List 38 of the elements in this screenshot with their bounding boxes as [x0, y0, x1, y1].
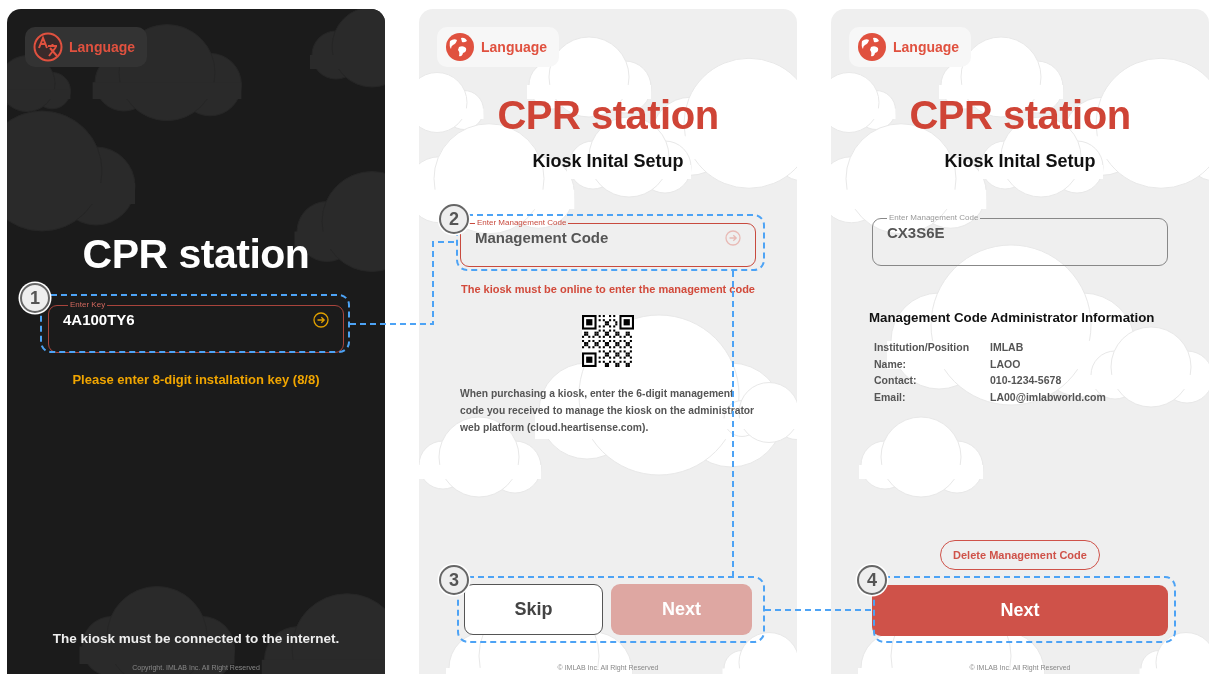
language-button[interactable]: Language: [25, 27, 148, 67]
info-label: Institution/Position: [874, 340, 971, 355]
info-value: 010-1234-5678: [990, 373, 1062, 389]
info-value: LA00@imlabworld.com: [990, 390, 1106, 406]
field-frame[interactable]: Enter Management Code Management Code: [460, 219, 756, 267]
globe-icon: [857, 32, 887, 62]
translate-icon: [33, 32, 63, 62]
app-title: CPR station: [496, 92, 720, 139]
info-heading: Management Code Administrator Information: [869, 309, 1156, 327]
language-button[interactable]: Language: [437, 27, 560, 67]
info-label: Name:: [874, 356, 908, 372]
hint-text: Please enter 8-digit installation key (8/8): [71, 371, 321, 389]
field-frame[interactable]: Enter Key 4A100TY6: [48, 301, 344, 353]
setup-subtitle: Kiosk Inital Setup: [943, 150, 1097, 173]
field-label: Enter Management Code: [476, 219, 568, 227]
info-label: Email:: [874, 390, 907, 406]
arrow-circle-icon[interactable]: [313, 312, 329, 329]
info-value: LAOO: [990, 356, 1021, 372]
info-value: IMLAB: [990, 340, 1024, 355]
notice-text: The kiosk must be connected to the internet.: [51, 630, 341, 648]
next-button[interactable]: Next: [872, 585, 1168, 636]
field-label: Enter Management Code: [888, 214, 980, 222]
app-title: CPR station: [81, 230, 311, 278]
setup-subtitle: Kiosk Inital Setup: [531, 150, 685, 173]
step-number: 1: [20, 283, 50, 313]
language-button[interactable]: Language: [849, 27, 972, 67]
warning-text: The kiosk must be online to enter the management code: [460, 282, 756, 297]
info-label: Contact:: [874, 373, 918, 389]
step-number: 2: [439, 204, 469, 234]
management-code-field[interactable]: CX3S6E: [887, 222, 1153, 245]
step-number: 3: [439, 565, 469, 595]
app-title: CPR station: [908, 92, 1132, 139]
globe-icon: [445, 32, 475, 62]
management-code-field[interactable]: Management Code: [475, 227, 725, 250]
field-label: Enter Key: [69, 301, 107, 309]
field-frame[interactable]: Enter Management Code CX3S6E: [872, 214, 1168, 266]
step-number: 4: [857, 565, 887, 595]
key-field[interactable]: 4A100TY6: [63, 309, 313, 332]
